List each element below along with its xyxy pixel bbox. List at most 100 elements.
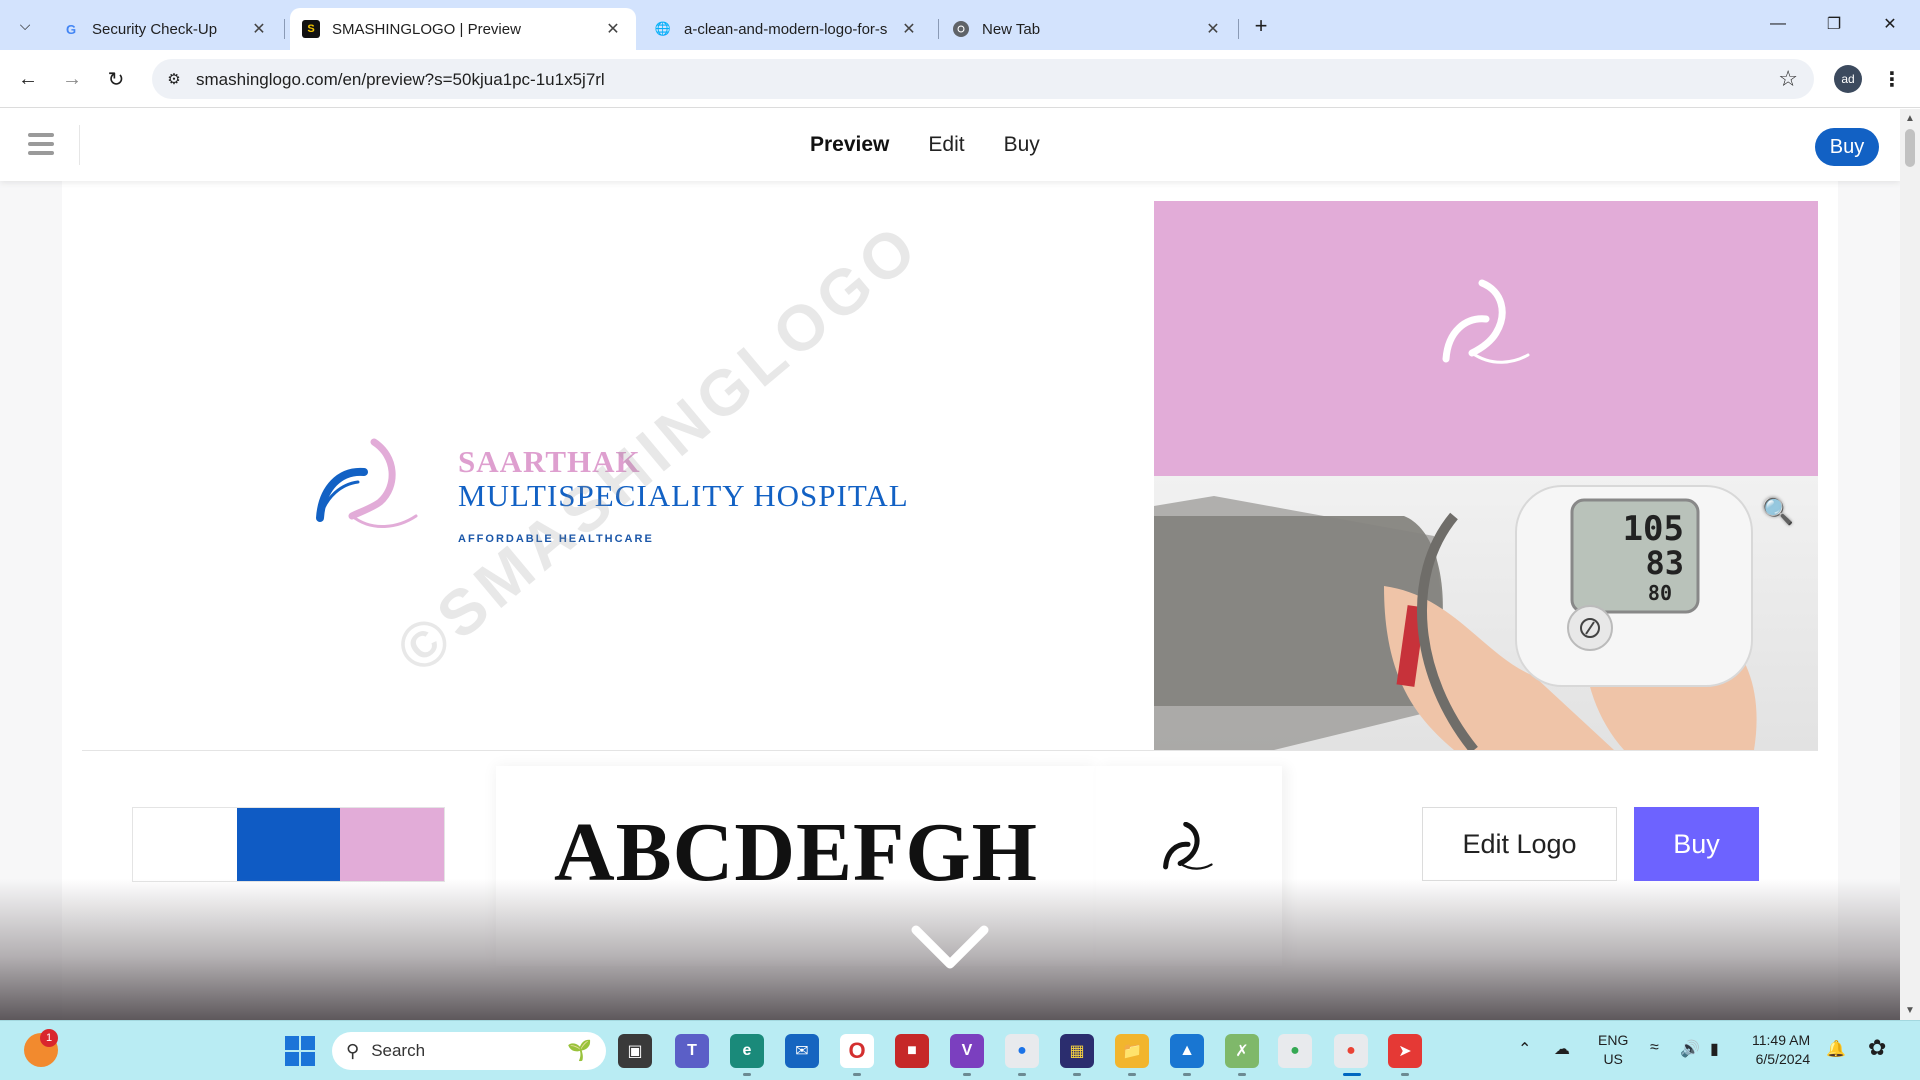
browser-menu-button[interactable]: ⋮ bbox=[1880, 64, 1904, 94]
mail-icon[interactable]: ✉ bbox=[785, 1034, 819, 1068]
url-text[interactable]: smashinglogo.com/en/preview?s=50kjua1pc-… bbox=[196, 70, 605, 90]
search-highlight-icon: 🌱 bbox=[567, 1040, 592, 1062]
photos-icon[interactable]: ▲ bbox=[1170, 1034, 1204, 1068]
lang-line1: ENG bbox=[1598, 1032, 1629, 1048]
system-clock[interactable]: 11:49 AM 6/5/2024 bbox=[1752, 1031, 1810, 1069]
bookmark-star-icon[interactable]: ☆ bbox=[1778, 66, 1798, 92]
nav-preview[interactable]: Preview bbox=[810, 133, 889, 157]
section-divider bbox=[82, 750, 1818, 751]
tab-search-button[interactable]: ⌵ bbox=[8, 8, 42, 42]
running-indicator bbox=[1401, 1073, 1409, 1076]
onedrive-cloud-icon[interactable]: ☁ bbox=[1554, 1039, 1570, 1059]
restore-button[interactable]: ❐ bbox=[1816, 8, 1852, 40]
scroll-down-chevron-icon[interactable] bbox=[910, 924, 990, 974]
back-button[interactable]: ← bbox=[12, 63, 44, 95]
notification-badge: 1 bbox=[40, 1029, 58, 1047]
scroll-down-arrow-icon[interactable]: ▼ bbox=[1905, 1005, 1915, 1016]
minimize-button[interactable]: — bbox=[1760, 8, 1796, 40]
site-nav: Preview Edit Buy bbox=[810, 109, 1079, 181]
scroll-up-arrow-icon[interactable]: ▲ bbox=[1905, 113, 1915, 124]
reload-icon: ↻ bbox=[107, 68, 125, 91]
logo-mark-white bbox=[1442, 279, 1530, 364]
task-view-icon[interactable]: ▣ bbox=[618, 1034, 652, 1068]
tray-overflow-chevron-icon[interactable]: ⌃ bbox=[1518, 1039, 1531, 1059]
language-indicator[interactable]: ENG US bbox=[1598, 1031, 1628, 1069]
scrollbar-thumb[interactable] bbox=[1905, 129, 1915, 167]
arrow-left-icon: ← bbox=[18, 67, 38, 90]
running-indicator bbox=[743, 1073, 751, 1076]
copilot-icon[interactable]: ✿ bbox=[1868, 1035, 1886, 1061]
reload-button[interactable]: ↻ bbox=[100, 63, 132, 95]
blood-pressure-photo[interactable]: 105 83 80 🔍 bbox=[1154, 476, 1818, 750]
close-icon[interactable]: ✕ bbox=[248, 19, 270, 39]
page-viewport: Preview Edit Buy Buy SAARTHAK MULTISPECI… bbox=[0, 109, 1900, 1020]
chrome-active-profile-icon[interactable]: ● bbox=[1334, 1034, 1368, 1068]
edit-logo-button[interactable]: Edit Logo bbox=[1422, 807, 1617, 881]
tab-smashinglogo-preview[interactable]: S SMASHINGLOGO | Preview ✕ bbox=[290, 8, 636, 50]
tab-new-tab[interactable]: New Tab ✕ bbox=[940, 8, 1236, 50]
new-tab-button[interactable]: + bbox=[1246, 11, 1276, 41]
tab-title: New Tab bbox=[982, 20, 1041, 38]
logo-mark-black bbox=[1163, 822, 1213, 870]
tab-strip: ⌵ G Security Check-Up ✕ S SMASHINGLOGO |… bbox=[0, 0, 1920, 50]
search-icon: ⚲ bbox=[346, 1040, 360, 1061]
buy-button[interactable]: Buy bbox=[1634, 807, 1759, 881]
color-palette bbox=[132, 807, 445, 882]
plus-icon: + bbox=[1254, 13, 1268, 38]
header-buy-button[interactable]: Buy bbox=[1815, 128, 1879, 166]
address-bar[interactable]: ⚙ smashinglogo.com/en/preview?s=50kjua1p… bbox=[152, 59, 1814, 99]
taskbar-search[interactable]: ⚲ Search 🌱 bbox=[332, 1032, 606, 1070]
edge-icon[interactable]: e bbox=[730, 1034, 764, 1068]
notification-bell-icon[interactable]: 🔔 bbox=[1826, 1039, 1846, 1059]
site-info-icon[interactable]: ⚙ bbox=[162, 67, 186, 91]
site-header: Preview Edit Buy Buy bbox=[0, 109, 1900, 181]
more-vert-icon: ⋮ bbox=[1882, 68, 1902, 91]
browser-toolbar: ← → ↻ ⚙ smashinglogo.com/en/preview?s=50… bbox=[0, 50, 1920, 108]
wifi-icon[interactable]: ≈ bbox=[1650, 1039, 1659, 1057]
forward-button[interactable]: → bbox=[56, 63, 88, 95]
monitor-value-pul: 80 bbox=[1648, 581, 1672, 605]
tab-security-checkup[interactable]: G Security Check-Up ✕ bbox=[50, 8, 282, 50]
monitor-value-sys: 105 bbox=[1623, 509, 1684, 549]
tab-title: SMASHINGLOGO | Preview bbox=[332, 20, 521, 38]
windows-start-icon[interactable] bbox=[285, 1036, 315, 1066]
snipping-tool-icon[interactable]: ✗ bbox=[1225, 1034, 1259, 1068]
close-icon[interactable]: ✕ bbox=[898, 19, 920, 39]
tab-separator bbox=[284, 19, 285, 39]
restore-icon: ❐ bbox=[1826, 16, 1842, 33]
taskbar-search-placeholder: Search bbox=[371, 1041, 426, 1060]
profile-avatar[interactable]: ad bbox=[1834, 65, 1862, 93]
running-indicator bbox=[1018, 1073, 1026, 1076]
arrow-right-icon: → bbox=[62, 67, 82, 90]
zoom-magnifier-icon[interactable]: 🔍 bbox=[1762, 496, 1794, 527]
battery-icon[interactable]: ▮ bbox=[1710, 1039, 1719, 1059]
nav-buy[interactable]: Buy bbox=[1004, 133, 1040, 157]
close-icon[interactable]: ✕ bbox=[602, 19, 624, 39]
opera-icon[interactable]: O bbox=[840, 1034, 874, 1068]
file-explorer-icon[interactable]: 📁 bbox=[1115, 1034, 1149, 1068]
page-scrollbar[interactable]: ▲ ▼ bbox=[1900, 109, 1920, 1020]
pink-background-mockup[interactable] bbox=[1154, 201, 1818, 476]
anydesk-icon[interactable]: ➤ bbox=[1388, 1034, 1422, 1068]
paint-app-icon[interactable]: ■ bbox=[895, 1034, 929, 1068]
visual-studio-icon[interactable]: V bbox=[950, 1034, 984, 1068]
tab-logo-generator[interactable]: 🌐 a-clean-and-modern-logo-for-s ✕ bbox=[642, 8, 932, 50]
tab-title: a-clean-and-modern-logo-for-s bbox=[684, 20, 888, 38]
smashinglogo-icon: S bbox=[302, 20, 320, 38]
lang-line2: US bbox=[1603, 1051, 1623, 1067]
running-indicator bbox=[1128, 1073, 1136, 1076]
google-g-icon: G bbox=[65, 21, 77, 37]
close-window-button[interactable]: ✕ bbox=[1872, 8, 1908, 40]
nav-edit[interactable]: Edit bbox=[928, 133, 964, 157]
running-indicator bbox=[1073, 1073, 1081, 1076]
hamburger-menu-icon[interactable] bbox=[28, 133, 54, 155]
teams-icon[interactable]: T bbox=[675, 1034, 709, 1068]
volume-icon[interactable]: 🔊 bbox=[1680, 1039, 1700, 1059]
chrome-profile-icon[interactable]: ● bbox=[1005, 1034, 1039, 1068]
notepad-icon[interactable]: ▦ bbox=[1060, 1034, 1094, 1068]
chrome-icon[interactable]: ● bbox=[1278, 1034, 1312, 1068]
palette-swatch-blue bbox=[236, 808, 341, 881]
active-indicator bbox=[1343, 1073, 1361, 1076]
globe-icon: 🌐 bbox=[654, 21, 672, 36]
close-icon[interactable]: ✕ bbox=[1202, 19, 1224, 39]
